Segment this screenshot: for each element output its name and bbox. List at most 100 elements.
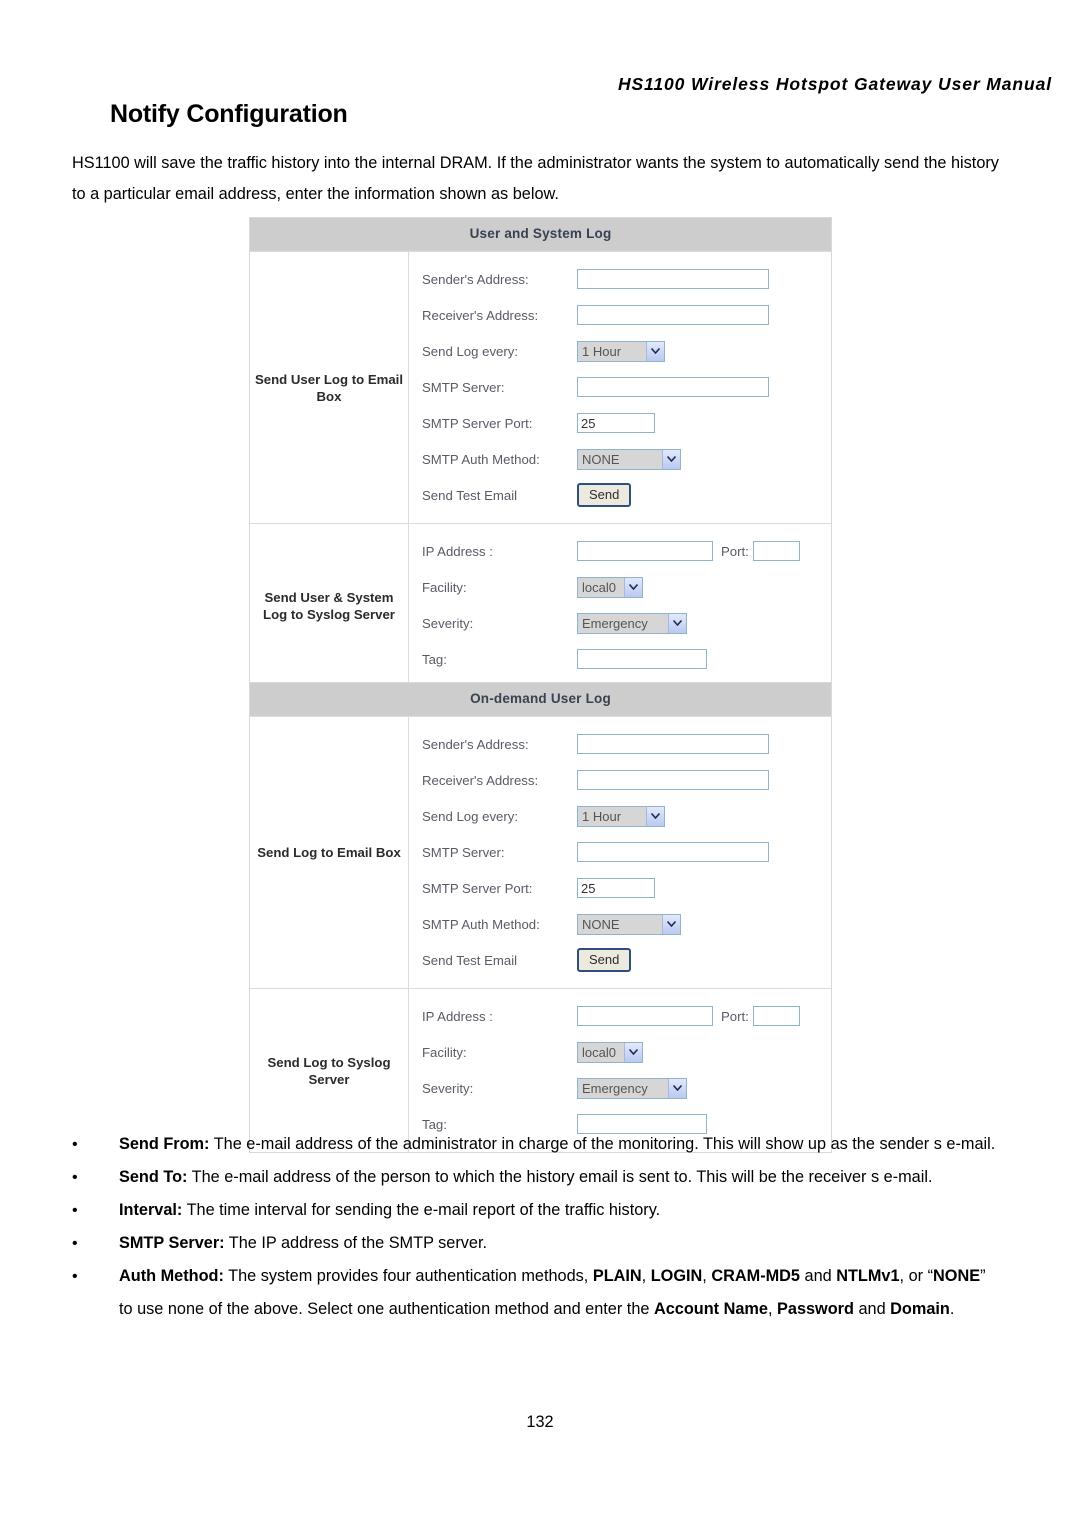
- field-control: Send: [577, 948, 632, 972]
- table-caption: On-demand User Log: [250, 683, 831, 716]
- config-section-send-user-log-to-email-box: Send User Log to Email Box Sender's Addre…: [250, 251, 831, 523]
- bullet-item: • Send From: The e-mail address of the ad…: [72, 1128, 1002, 1161]
- facility-select-arrow[interactable]: [624, 1042, 642, 1062]
- field-label: SMTP Server Port:: [422, 880, 533, 896]
- chevron-down-icon: [629, 584, 638, 590]
- field-label: Facility:: [422, 579, 467, 595]
- bullet-marker: •: [72, 1136, 78, 1153]
- facility-select-arrow[interactable]: [624, 577, 642, 597]
- field-row: Send Test Email Send: [409, 477, 831, 513]
- bullet-item: • Interval: The time interval for sending…: [72, 1194, 1002, 1227]
- chevron-down-icon: [667, 921, 676, 927]
- field-row: Send Log every: 1 Hour: [409, 333, 831, 369]
- ip-address-input[interactable]: [577, 541, 713, 561]
- field-label: IP Address :: [422, 1008, 493, 1024]
- field-control: [577, 377, 769, 397]
- field-control: [577, 269, 769, 289]
- send-test-email-button[interactable]: Send: [577, 483, 632, 507]
- bullet-marker: •: [72, 1235, 78, 1252]
- field-label: SMTP Server:: [422, 844, 505, 860]
- tag-input[interactable]: [577, 649, 707, 669]
- smtp-server-input[interactable]: [577, 377, 769, 397]
- field-row: Receiver's Address:: [409, 297, 831, 333]
- field-control: Send: [577, 483, 632, 507]
- field-label: Send Log every:: [422, 808, 519, 824]
- port-input[interactable]: [752, 541, 800, 561]
- severity-select-arrow[interactable]: [668, 613, 686, 633]
- facility-select-value: local0: [582, 1044, 616, 1060]
- field-label: Receiver's Address:: [422, 772, 539, 788]
- section-label: Send User & System Log to Syslog Server: [250, 524, 409, 687]
- field-row: Sender's Address:: [409, 261, 831, 297]
- description-bullet-list: • Send From: The e-mail address of the ad…: [72, 1128, 1002, 1326]
- field-label: SMTP Auth Method:: [422, 916, 540, 932]
- sender-s-address-input[interactable]: [577, 269, 769, 289]
- field-control: [577, 649, 707, 669]
- ip-address-input[interactable]: [577, 1006, 713, 1026]
- send-log-every-select[interactable]: 1 Hour: [577, 805, 665, 827]
- send-log-every-select-arrow[interactable]: [646, 806, 664, 826]
- field-label: Severity:: [422, 615, 474, 631]
- bullet-term: Auth Method:: [119, 1267, 224, 1285]
- send-test-email-button[interactable]: Send: [577, 948, 632, 972]
- bullet-item: • SMTP Server: The IP address of the SMTP…: [72, 1227, 1002, 1260]
- config-table-on-demand-user-log: On-demand User Log Send Log to Email Box S…: [249, 682, 832, 1153]
- field-label: IP Address :: [422, 543, 493, 559]
- smtp-server-port-input[interactable]: [577, 413, 655, 433]
- sender-s-address-input[interactable]: [577, 734, 769, 754]
- severity-select-arrow[interactable]: [668, 1078, 686, 1098]
- smtp-auth-method-select[interactable]: NONE: [577, 913, 681, 935]
- severity-select[interactable]: Emergency: [577, 612, 687, 634]
- smtp-server-input[interactable]: [577, 842, 769, 862]
- field-label: Facility:: [422, 1044, 467, 1060]
- smtp-server-port-input[interactable]: [577, 878, 655, 898]
- field-control: local0: [577, 576, 643, 598]
- field-row: Tag:: [409, 641, 831, 677]
- smtp-auth-method-select-arrow[interactable]: [662, 449, 680, 469]
- facility-select[interactable]: local0: [577, 1041, 643, 1063]
- field-control: Port:: [577, 1006, 800, 1026]
- bullet-item: • Send To: The e-mail address of the pers…: [72, 1161, 1002, 1194]
- field-control: Port:: [577, 541, 800, 561]
- field-label: Severity:: [422, 1080, 474, 1096]
- field-row: IP Address : Port:: [409, 998, 831, 1034]
- field-control: NONE: [577, 448, 681, 470]
- send-log-every-select[interactable]: 1 Hour: [577, 340, 665, 362]
- severity-select[interactable]: Emergency: [577, 1077, 687, 1099]
- bullet-text: The e-mail address of the person to whic…: [187, 1168, 933, 1186]
- smtp-auth-method-select-value: NONE: [582, 916, 620, 932]
- smtp-auth-method-select-value: NONE: [582, 451, 620, 467]
- send-log-every-select-arrow[interactable]: [646, 341, 664, 361]
- table-caption: User and System Log: [250, 218, 831, 251]
- bullet-item: • Auth Method: The system provides four a…: [72, 1260, 1002, 1326]
- port-input[interactable]: [752, 1006, 800, 1026]
- field-label: Send Log every:: [422, 343, 519, 359]
- running-header: HS1100 Wireless Hotspot Gateway User Man…: [617, 74, 1052, 94]
- intro-paragraph: HS1100 will save the traffic history int…: [72, 154, 999, 203]
- config-section-send-user-system-log-to-syslog-server: Send User & System Log to Syslog Server I…: [250, 523, 831, 687]
- field-control: NONE: [577, 913, 681, 935]
- chevron-down-icon: [651, 813, 660, 819]
- field-label: SMTP Auth Method:: [422, 451, 540, 467]
- field-row: Sender's Address:: [409, 726, 831, 762]
- field-row: SMTP Server Port:: [409, 870, 831, 906]
- receiver-s-address-input[interactable]: [577, 770, 769, 790]
- bullet-marker: •: [72, 1268, 78, 1285]
- smtp-auth-method-select[interactable]: NONE: [577, 448, 681, 470]
- receiver-s-address-input[interactable]: [577, 305, 769, 325]
- smtp-auth-method-select-arrow[interactable]: [662, 914, 680, 934]
- bullet-text: The IP address of the SMTP server.: [224, 1234, 488, 1252]
- chevron-down-icon: [667, 456, 676, 462]
- field-row: Facility: local0: [409, 569, 831, 605]
- field-row: SMTP Server:: [409, 369, 831, 405]
- facility-select[interactable]: local0: [577, 576, 643, 598]
- severity-select-value: Emergency: [582, 1080, 648, 1096]
- field-label: SMTP Server Port:: [422, 415, 533, 431]
- field-row: Send Log every: 1 Hour: [409, 798, 831, 834]
- severity-select-value: Emergency: [582, 615, 648, 631]
- bullet-term: SMTP Server:: [119, 1234, 225, 1252]
- field-row: IP Address : Port:: [409, 533, 831, 569]
- field-label: Sender's Address:: [422, 271, 529, 287]
- field-control: [577, 734, 769, 754]
- field-control: local0: [577, 1041, 643, 1063]
